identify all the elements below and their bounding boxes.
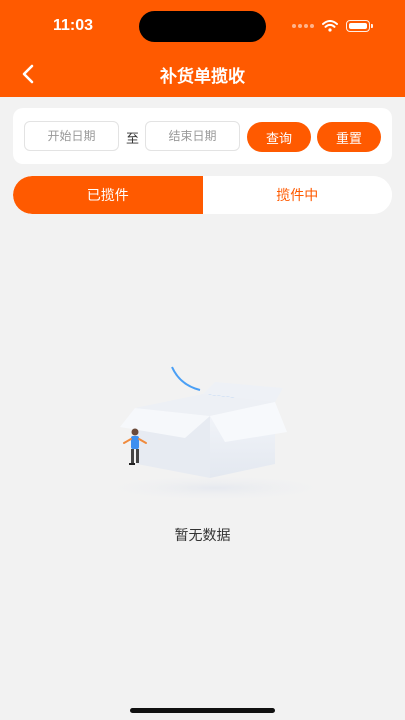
app-header: 11:03 补货单揽收 <box>0 0 405 97</box>
status-tabs: 已揽件 揽件中 <box>13 176 392 214</box>
tab-collected[interactable]: 已揽件 <box>13 176 203 214</box>
battery-icon <box>346 20 373 32</box>
home-indicator <box>130 708 275 713</box>
empty-box-illustration <box>90 366 335 502</box>
date-filter-card: 至 查询 重置 <box>13 108 392 164</box>
status-icons <box>292 19 373 33</box>
dynamic-island <box>139 11 266 42</box>
reset-button[interactable]: 重置 <box>317 122 381 152</box>
empty-state-text: 暂无数据 <box>174 528 231 544</box>
cellular-signal-icon <box>292 24 314 28</box>
start-date-input[interactable] <box>24 121 119 151</box>
query-button[interactable]: 查询 <box>247 122 311 152</box>
end-date-input[interactable] <box>145 121 240 151</box>
tab-collecting[interactable]: 揽件中 <box>202 176 392 214</box>
page-title: 补货单揽收 <box>160 67 245 87</box>
status-time: 11:03 <box>53 17 94 34</box>
wifi-icon <box>322 20 338 32</box>
date-range-separator: 至 <box>126 132 140 147</box>
